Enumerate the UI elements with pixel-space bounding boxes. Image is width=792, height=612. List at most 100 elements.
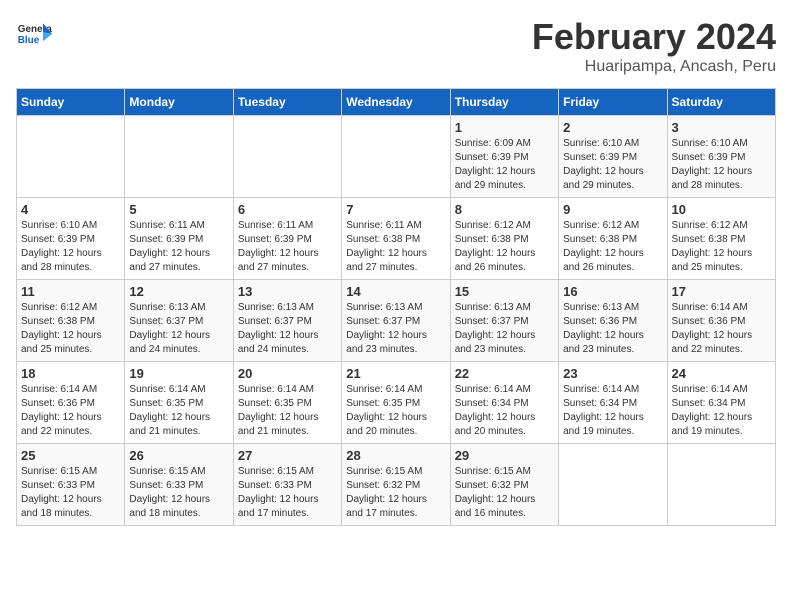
- calendar-table: SundayMondayTuesdayWednesdayThursdayFrid…: [16, 88, 776, 526]
- day-info: Sunrise: 6:11 AM Sunset: 6:39 PM Dayligh…: [129, 219, 228, 275]
- day-info: Sunrise: 6:15 AM Sunset: 6:32 PM Dayligh…: [455, 465, 554, 521]
- calendar-cell: 22Sunrise: 6:14 AM Sunset: 6:34 PM Dayli…: [450, 362, 558, 444]
- calendar-cell: 5 Sunrise: 6:11 AM Sunset: 6:39 PM Daylig…: [125, 198, 233, 280]
- calendar-cell: 25Sunrise: 6:15 AM Sunset: 6:33 PM Dayli…: [17, 444, 125, 526]
- day-header-saturday: Saturday: [667, 89, 775, 116]
- day-number: 14: [346, 284, 445, 299]
- day-number: 23: [563, 366, 662, 381]
- calendar-cell: 20 Sunrise: 6:14 AM Sunset: 6:35 PM Dayli…: [233, 362, 341, 444]
- day-number: 25: [21, 448, 120, 463]
- day-number: 26: [129, 448, 228, 463]
- calendar-cell: 10Sunrise: 6:12 AM Sunset: 6:38 PM Dayli…: [667, 198, 775, 280]
- calendar-cell: 13 Sunrise: 6:13 AM Sunset: 6:37 PM Dayli…: [233, 280, 341, 362]
- day-info: Sunrise: 6:14 AM Sunset: 6:34 PM Dayligh…: [455, 383, 554, 439]
- calendar-cell: 6 Sunrise: 6:11 AM Sunset: 6:39 PM Daylig…: [233, 198, 341, 280]
- day-info: Sunrise: 6:12 AM Sunset: 6:38 PM Dayligh…: [563, 219, 662, 275]
- calendar-cell: [342, 116, 450, 198]
- day-header-monday: Monday: [125, 89, 233, 116]
- day-number: 1: [455, 120, 554, 135]
- day-info: Sunrise: 6:13 AM Sunset: 6:36 PM Dayligh…: [563, 301, 662, 357]
- calendar-cell: 24 Sunrise: 6:14 AM Sunset: 6:34 PM Dayli…: [667, 362, 775, 444]
- day-info: Sunrise: 6:13 AM Sunset: 6:37 PM Dayligh…: [455, 301, 554, 357]
- day-number: 6: [238, 202, 337, 217]
- day-info: Sunrise: 6:15 AM Sunset: 6:33 PM Dayligh…: [129, 465, 228, 521]
- day-info: Sunrise: 6:12 AM Sunset: 6:38 PM Dayligh…: [21, 301, 120, 357]
- location-title: Huaripampa, Ancash, Peru: [532, 58, 776, 76]
- calendar-cell: 14Sunrise: 6:13 AM Sunset: 6:37 PM Dayli…: [342, 280, 450, 362]
- calendar-cell: 4 Sunrise: 6:10 AM Sunset: 6:39 PM Daylig…: [17, 198, 125, 280]
- calendar-cell: 3 Sunrise: 6:10 AM Sunset: 6:39 PM Daylig…: [667, 116, 775, 198]
- day-info: Sunrise: 6:10 AM Sunset: 6:39 PM Dayligh…: [21, 219, 120, 275]
- day-info: Sunrise: 6:15 AM Sunset: 6:32 PM Dayligh…: [346, 465, 445, 521]
- calendar-cell: [667, 444, 775, 526]
- day-info: Sunrise: 6:11 AM Sunset: 6:38 PM Dayligh…: [346, 219, 445, 275]
- calendar-cell: 8 Sunrise: 6:12 AM Sunset: 6:38 PM Daylig…: [450, 198, 558, 280]
- day-number: 24: [672, 366, 771, 381]
- calendar-cell: 15Sunrise: 6:13 AM Sunset: 6:37 PM Dayli…: [450, 280, 558, 362]
- calendar-cell: 12Sunrise: 6:13 AM Sunset: 6:37 PM Dayli…: [125, 280, 233, 362]
- calendar-cell: 29 Sunrise: 6:15 AM Sunset: 6:32 PM Dayli…: [450, 444, 558, 526]
- day-header-thursday: Thursday: [450, 89, 558, 116]
- day-info: Sunrise: 6:12 AM Sunset: 6:38 PM Dayligh…: [455, 219, 554, 275]
- day-info: Sunrise: 6:10 AM Sunset: 6:39 PM Dayligh…: [672, 137, 771, 193]
- day-info: Sunrise: 6:14 AM Sunset: 6:35 PM Dayligh…: [238, 383, 337, 439]
- calendar-week-row: 11 Sunrise: 6:12 AM Sunset: 6:38 PM Dayli…: [17, 280, 776, 362]
- calendar-body: 1 Sunrise: 6:09 AM Sunset: 6:39 PM Daylig…: [17, 116, 776, 526]
- logo-icon: General Blue: [16, 16, 52, 52]
- day-header-friday: Friday: [559, 89, 667, 116]
- day-number: 11: [21, 284, 120, 299]
- day-info: Sunrise: 6:09 AM Sunset: 6:39 PM Dayligh…: [455, 137, 554, 193]
- calendar-cell: 7 Sunrise: 6:11 AM Sunset: 6:38 PM Daylig…: [342, 198, 450, 280]
- day-number: 5: [129, 202, 228, 217]
- calendar-cell: 23 Sunrise: 6:14 AM Sunset: 6:34 PM Dayli…: [559, 362, 667, 444]
- day-info: Sunrise: 6:13 AM Sunset: 6:37 PM Dayligh…: [238, 301, 337, 357]
- calendar-week-row: 18 Sunrise: 6:14 AM Sunset: 6:36 PM Dayli…: [17, 362, 776, 444]
- day-number: 4: [21, 202, 120, 217]
- day-number: 3: [672, 120, 771, 135]
- calendar-cell: [233, 116, 341, 198]
- day-number: 28: [346, 448, 445, 463]
- calendar-cell: 11 Sunrise: 6:12 AM Sunset: 6:38 PM Dayli…: [17, 280, 125, 362]
- day-header-wednesday: Wednesday: [342, 89, 450, 116]
- day-info: Sunrise: 6:14 AM Sunset: 6:35 PM Dayligh…: [129, 383, 228, 439]
- day-number: 17: [672, 284, 771, 299]
- calendar-cell: 19 Sunrise: 6:14 AM Sunset: 6:35 PM Dayli…: [125, 362, 233, 444]
- day-info: Sunrise: 6:14 AM Sunset: 6:35 PM Dayligh…: [346, 383, 445, 439]
- day-number: 27: [238, 448, 337, 463]
- day-number: 7: [346, 202, 445, 217]
- calendar-cell: 27Sunrise: 6:15 AM Sunset: 6:33 PM Dayli…: [233, 444, 341, 526]
- calendar-cell: 17Sunrise: 6:14 AM Sunset: 6:36 PM Dayli…: [667, 280, 775, 362]
- day-number: 9: [563, 202, 662, 217]
- month-title: February 2024: [532, 16, 776, 58]
- calendar-cell: 18 Sunrise: 6:14 AM Sunset: 6:36 PM Dayli…: [17, 362, 125, 444]
- day-header-tuesday: Tuesday: [233, 89, 341, 116]
- day-number: 20: [238, 366, 337, 381]
- day-number: 8: [455, 202, 554, 217]
- day-number: 19: [129, 366, 228, 381]
- day-info: Sunrise: 6:10 AM Sunset: 6:39 PM Dayligh…: [563, 137, 662, 193]
- day-info: Sunrise: 6:14 AM Sunset: 6:34 PM Dayligh…: [672, 383, 771, 439]
- calendar-cell: [125, 116, 233, 198]
- page-header: General Blue February 2024 Huaripampa, A…: [16, 16, 776, 76]
- svg-text:Blue: Blue: [18, 35, 40, 46]
- day-number: 2: [563, 120, 662, 135]
- day-number: 18: [21, 366, 120, 381]
- day-number: 16: [563, 284, 662, 299]
- day-number: 12: [129, 284, 228, 299]
- day-info: Sunrise: 6:14 AM Sunset: 6:36 PM Dayligh…: [21, 383, 120, 439]
- calendar-header-row: SundayMondayTuesdayWednesdayThursdayFrid…: [17, 89, 776, 116]
- calendar-week-row: 1 Sunrise: 6:09 AM Sunset: 6:39 PM Daylig…: [17, 116, 776, 198]
- day-number: 29: [455, 448, 554, 463]
- calendar-week-row: 4 Sunrise: 6:10 AM Sunset: 6:39 PM Daylig…: [17, 198, 776, 280]
- calendar-cell: [559, 444, 667, 526]
- calendar-week-row: 25 Sunrise: 6:15 AM Sunset: 6:33 PM Dayli…: [17, 444, 776, 526]
- day-number: 10: [672, 202, 771, 217]
- day-info: Sunrise: 6:11 AM Sunset: 6:39 PM Dayligh…: [238, 219, 337, 275]
- calendar-cell: 16 Sunrise: 6:13 AM Sunset: 6:36 PM Dayli…: [559, 280, 667, 362]
- title-area: February 2024 Huaripampa, Ancash, Peru: [532, 16, 776, 76]
- calendar-cell: 21Sunrise: 6:14 AM Sunset: 6:35 PM Dayli…: [342, 362, 450, 444]
- day-header-sunday: Sunday: [17, 89, 125, 116]
- calendar-cell: 26 Sunrise: 6:15 AM Sunset: 6:33 PM Dayli…: [125, 444, 233, 526]
- day-info: Sunrise: 6:14 AM Sunset: 6:34 PM Dayligh…: [563, 383, 662, 439]
- day-number: 13: [238, 284, 337, 299]
